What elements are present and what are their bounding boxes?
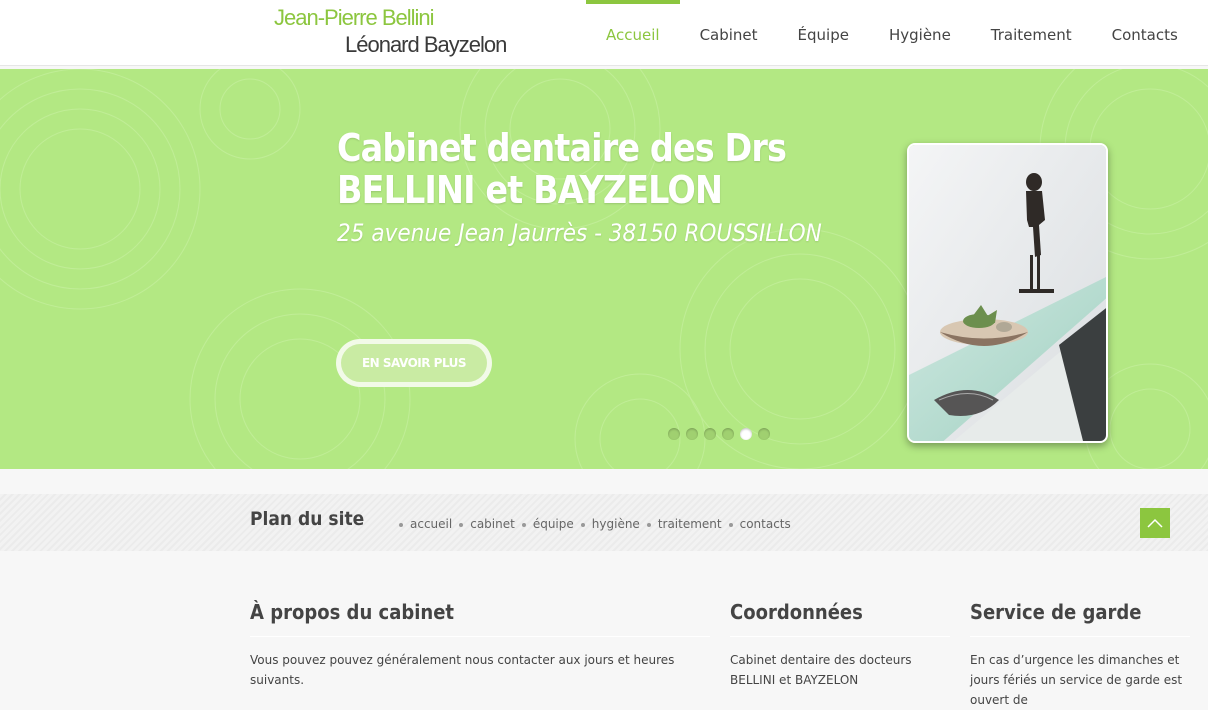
site-header: Jean-Pierre Bellini Léonard Bayzelon Acc…	[0, 0, 1208, 66]
guard-divider	[970, 636, 1190, 637]
contact-title: Coordonnées	[730, 600, 863, 624]
main-nav: Accueil Cabinet Équipe Hygiène Traitemen…	[586, 0, 1198, 66]
nav-traitement[interactable]: Traitement	[971, 0, 1092, 66]
nav-accueil[interactable]: Accueil	[586, 0, 680, 66]
nav-equipe[interactable]: Équipe	[778, 0, 869, 66]
sitemap-links: accueil cabinet équipe hygiène traitemen…	[398, 517, 797, 531]
slider-pagination	[668, 428, 770, 440]
more-info-button[interactable]: EN SAVOIR PLUS	[336, 339, 492, 387]
back-to-top-button[interactable]	[1140, 508, 1170, 538]
sitemap-title: Plan du site	[250, 508, 365, 530]
logo-line-1[interactable]: Jean-Pierre Bellini	[274, 5, 435, 31]
slider-dot-4[interactable]	[722, 428, 734, 440]
about-divider	[250, 636, 710, 637]
slider-dot-5[interactable]	[740, 428, 752, 440]
about-section: À propos du cabinet Vous pouvez pouvez g…	[250, 600, 710, 690]
slider-dot-2[interactable]	[686, 428, 698, 440]
slider-dot-6[interactable]	[758, 428, 770, 440]
hero-address: 25 avenue Jean Jaurrès - 38150 ROUSSILLO…	[337, 219, 822, 247]
slider-dot-1[interactable]	[668, 428, 680, 440]
sitemap-link-equipe[interactable]: équipe	[521, 517, 580, 531]
guard-text: En cas d’urgence les dimanches et jours …	[970, 653, 1183, 707]
about-text: Vous pouvez pouvez généralement nous con…	[250, 653, 675, 687]
guard-title: Service de garde	[970, 600, 1142, 624]
hero-slider: Cabinet dentaire des Drs BELLINI et BAYZ…	[0, 69, 1208, 469]
about-title: À propos du cabinet	[250, 600, 455, 624]
logo-line-2[interactable]: Léonard Bayzelon	[345, 32, 507, 58]
nav-hygiene[interactable]: Hygiène	[869, 0, 971, 66]
contact-section: Coordonnées Cabinet dentaire des docteur…	[730, 600, 950, 690]
sitemap-link-traitement[interactable]: traitement	[646, 517, 728, 531]
guard-section: Service de garde En cas d’urgence les di…	[970, 600, 1190, 710]
nav-contacts[interactable]: Contacts	[1092, 0, 1198, 66]
contact-text: Cabinet dentaire des docteurs BELLINI et…	[730, 653, 912, 687]
sitemap-link-contacts[interactable]: contacts	[728, 517, 797, 531]
arrow-up-icon	[1147, 518, 1163, 528]
sitemap-bar: Plan du site accueil cabinet équipe hygi…	[0, 494, 1208, 551]
contact-divider	[730, 636, 950, 637]
nav-cabinet[interactable]: Cabinet	[680, 0, 778, 66]
hero-title: Cabinet dentaire des Drs BELLINI et BAYZ…	[337, 126, 787, 212]
sitemap-link-cabinet[interactable]: cabinet	[458, 517, 521, 531]
slider-dot-3[interactable]	[704, 428, 716, 440]
hero-photo	[907, 143, 1108, 443]
sitemap-link-accueil[interactable]: accueil	[398, 517, 458, 531]
sitemap-link-hygiene[interactable]: hygiène	[580, 517, 646, 531]
